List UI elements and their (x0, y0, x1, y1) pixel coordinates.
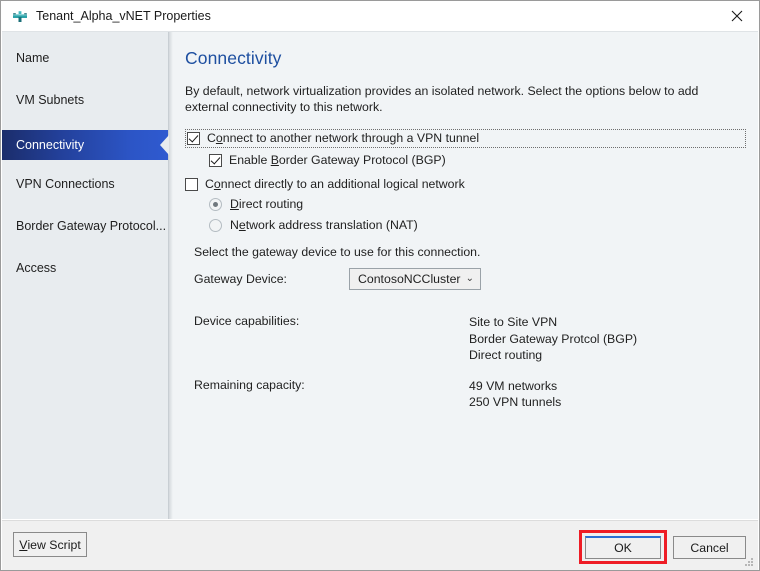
dialog-content: Name VM Subnets Connectivity VPN Connect… (2, 31, 758, 519)
device-capabilities-row: Device capabilities: Site to Site VPN Bo… (194, 314, 742, 364)
sidebar-item-label: Border Gateway Protocol... (16, 219, 167, 233)
checkbox-box (185, 177, 198, 191)
sidebar-item-label: Connectivity (16, 138, 85, 152)
sidebar-item-label: VM Subnets (16, 93, 85, 107)
sidebar-item-label: Name (16, 51, 50, 65)
radio-nat[interactable]: Network address translation (NAT) (209, 218, 742, 232)
bgp-checkbox[interactable]: Enable Border Gateway Protocol (BGP) (209, 153, 742, 167)
gateway-device-label: Gateway Device: (194, 272, 287, 286)
capacity-item: 49 VM networks (469, 378, 558, 393)
device-capabilities-values: Site to Site VPN Border Gateway Protcol … (469, 314, 637, 364)
remaining-capacity-values: 49 VM networks 250 VPN tunnels (469, 378, 561, 411)
network-subnet-icon (12, 8, 28, 24)
radio-direct-routing-label: Direct routing (230, 197, 304, 211)
vpn-tunnel-focus-ring: Connect to another network through a VPN… (185, 129, 746, 148)
bgp-label: Enable Border Gateway Protocol (BGP) (229, 153, 446, 167)
page-title: Connectivity (185, 48, 282, 68)
window-title: Tenant_Alpha_vNET Properties (36, 9, 211, 23)
title-bar: Tenant_Alpha_vNET Properties (1, 1, 759, 31)
logical-network-label: Connect directly to an additional logica… (205, 177, 465, 191)
radio-direct-routing[interactable]: Direct routing (209, 197, 742, 211)
remaining-capacity-row: Remaining capacity: 49 VM networks 250 V… (194, 378, 742, 411)
sidebar-item-label: Access (16, 261, 57, 275)
gateway-device-select[interactable]: ContosoNCCluster ⌄ (349, 268, 481, 290)
chevron-down-icon: ⌄ (465, 273, 474, 284)
view-script-button[interactable]: View Script (13, 532, 87, 557)
sidebar-item-vm-subnets[interactable]: VM Subnets (2, 88, 168, 112)
main-pane: Connectivity By default, network virtual… (173, 32, 758, 519)
vpn-tunnel-label: Connect to another network through a VPN… (207, 131, 480, 145)
intro-text: By default, network virtualization provi… (185, 84, 699, 114)
ok-button[interactable]: OK (585, 536, 661, 559)
sidebar-nav: Name VM Subnets Connectivity VPN Connect… (2, 32, 169, 519)
capability-item: Direct routing (469, 348, 543, 362)
checkbox-box (187, 131, 200, 145)
vpn-tunnel-checkbox[interactable]: Connect to another network through a VPN… (187, 131, 479, 145)
close-icon[interactable] (714, 2, 759, 31)
cancel-button[interactable]: Cancel (673, 536, 746, 559)
logical-network-checkbox[interactable]: Connect directly to an additional logica… (185, 177, 742, 191)
device-capabilities-label: Device capabilities: (194, 314, 300, 328)
remaining-capacity-label: Remaining capacity: (194, 377, 305, 392)
capability-item: Border Gateway Protcol (BGP) (469, 331, 638, 346)
sidebar-item-border-gateway-protocol[interactable]: Border Gateway Protocol... (2, 214, 168, 238)
checkbox-box (209, 153, 222, 167)
sidebar-item-connectivity[interactable]: Connectivity (2, 130, 168, 160)
capacity-item: 250 VPN tunnels (469, 395, 562, 409)
sidebar-item-vpn-connections[interactable]: VPN Connections (2, 172, 168, 196)
gateway-prompt: Select the gateway device to use for thi… (194, 245, 481, 259)
radio-button (209, 218, 222, 232)
radio-button (209, 197, 222, 211)
capability-item: Site to Site VPN (469, 315, 558, 329)
properties-dialog: Tenant_Alpha_vNET Properties Name VM Sub… (0, 0, 760, 571)
gateway-device-value: ContosoNCCluster (358, 272, 461, 286)
sidebar-item-access[interactable]: Access (2, 256, 168, 280)
sidebar-item-label: VPN Connections (16, 177, 115, 191)
radio-nat-label: Network address translation (NAT) (230, 218, 418, 232)
sidebar-item-name[interactable]: Name (2, 46, 168, 70)
gateway-device-row: Gateway Device: ContosoNCCluster ⌄ (194, 268, 742, 290)
